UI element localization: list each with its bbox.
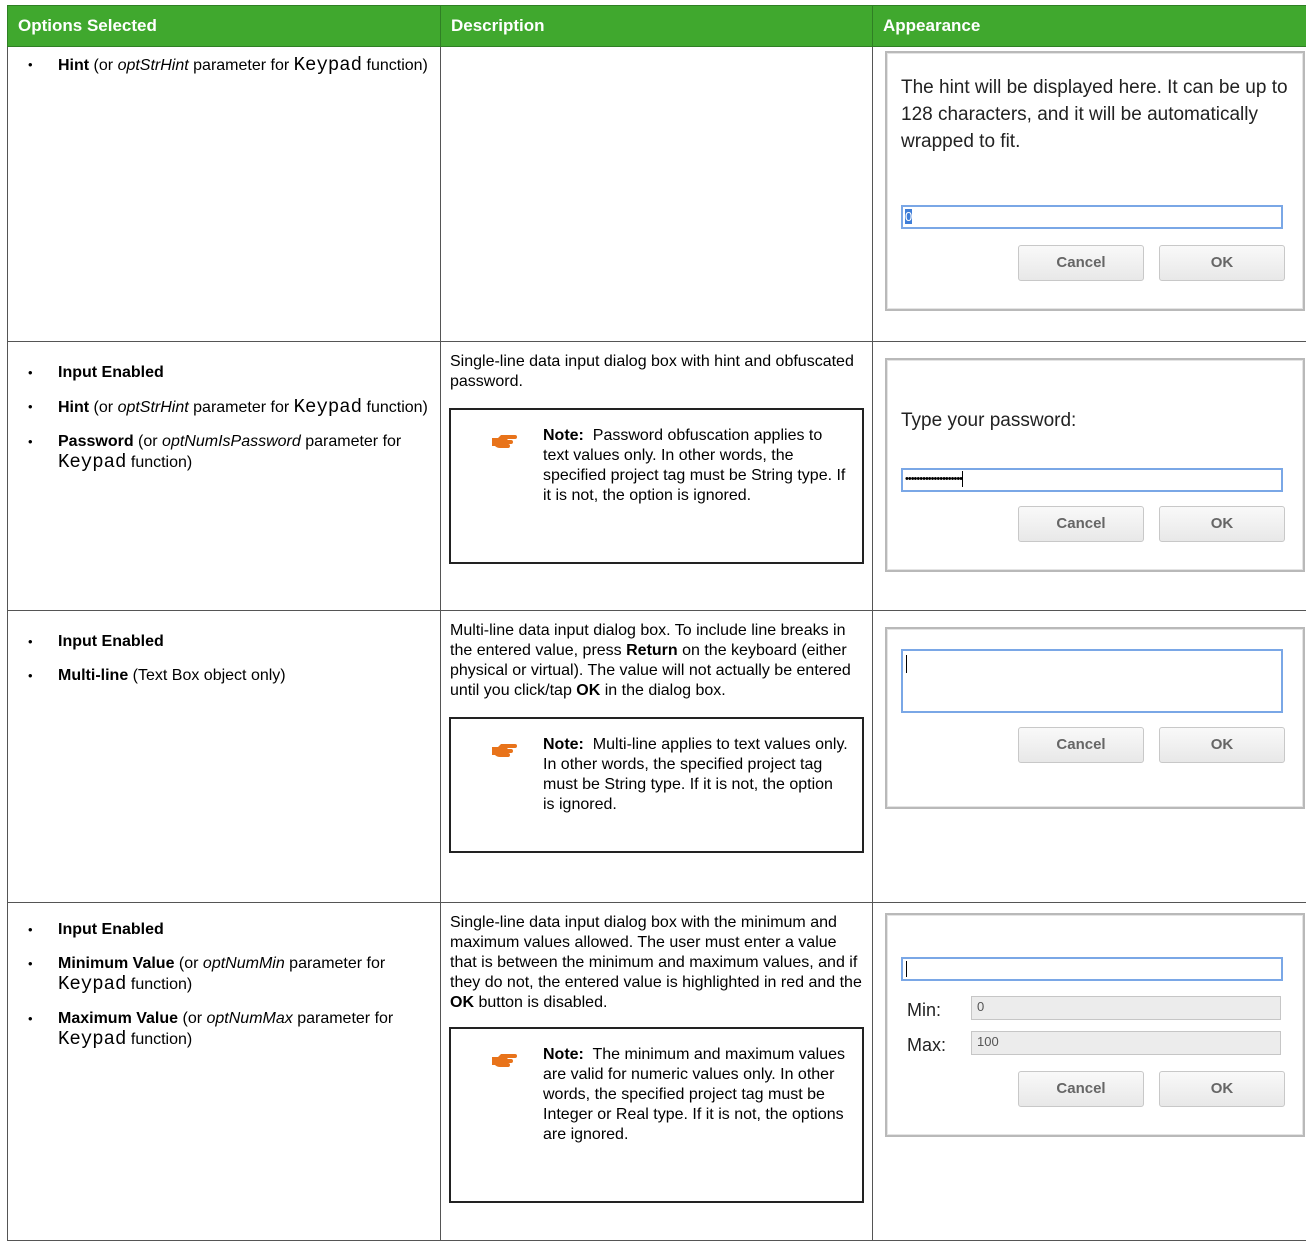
note-box: Note: Multi-line applies to text values … bbox=[449, 717, 864, 853]
dialog-input-field[interactable]: 0 bbox=[901, 205, 1283, 229]
dialog-hint-text: Type your password: bbox=[887, 360, 1303, 434]
option-item: Maximum Value (or optNumMax parameter fo… bbox=[8, 1009, 440, 1050]
pointing-hand-icon bbox=[491, 1051, 517, 1069]
header-options-selected: Options Selected bbox=[8, 6, 441, 47]
table-row: Input Enabled Multi-line (Text Box objec… bbox=[8, 611, 1306, 903]
note-text: The minimum and maximum values are valid… bbox=[543, 1046, 845, 1143]
description-text: Multi-line data input dialog box. To inc… bbox=[441, 621, 872, 701]
option-item: Multi-line (Text Box object only) bbox=[8, 666, 440, 686]
cancel-button[interactable]: Cancel bbox=[1018, 727, 1144, 763]
description-cell: Single-line data input dialog box with t… bbox=[441, 903, 873, 1241]
multiline-input-field[interactable] bbox=[901, 649, 1283, 713]
ok-button[interactable]: OK bbox=[1159, 727, 1285, 763]
min-label: Min: bbox=[907, 1000, 941, 1021]
description-cell bbox=[441, 47, 873, 342]
max-label: Max: bbox=[907, 1035, 946, 1056]
table-header-row: Options Selected Description Appearance bbox=[8, 6, 1306, 47]
header-appearance: Appearance bbox=[873, 6, 1306, 47]
description-text: Single-line data input dialog box with h… bbox=[441, 352, 872, 392]
appearance-cell: Cancel OK bbox=[873, 611, 1306, 903]
hint-dialog-preview: The hint will be displayed here. It can … bbox=[885, 51, 1305, 311]
note-text: Password obfuscation applies to text val… bbox=[543, 427, 845, 504]
pointing-hand-icon bbox=[491, 432, 517, 450]
description-cell: Multi-line data input dialog box. To inc… bbox=[441, 611, 873, 903]
table-row: Hint (or optStrHint parameter for Keypad… bbox=[8, 47, 1306, 342]
ok-button[interactable]: OK bbox=[1159, 245, 1285, 281]
description-text: Single-line data input dialog box with t… bbox=[441, 913, 872, 1013]
option-item: Hint (or optStrHint parameter for Keypad… bbox=[8, 55, 440, 76]
note-box: Note: The minimum and maximum values are… bbox=[449, 1027, 864, 1203]
description-cell: Single-line data input dialog box with h… bbox=[441, 342, 873, 611]
options-cell: Input Enabled Hint (or optStrHint parame… bbox=[8, 342, 441, 611]
options-table: Options Selected Description Appearance … bbox=[7, 5, 1306, 1241]
note-text: Multi-line applies to text values only. … bbox=[543, 736, 848, 813]
note-box: Note: Password obfuscation applies to te… bbox=[449, 408, 864, 564]
table-row: Input Enabled Hint (or optStrHint parame… bbox=[8, 342, 1306, 611]
header-description: Description bbox=[441, 6, 873, 47]
ok-button[interactable]: OK bbox=[1159, 1071, 1285, 1107]
appearance-cell: Min: 0 Max: 100 Cancel OK bbox=[873, 903, 1306, 1241]
password-input-field[interactable]: •••••••••••••••••••• bbox=[901, 468, 1283, 492]
option-item: Password (or optNumIsPassword parameter … bbox=[8, 432, 440, 473]
cancel-button[interactable]: Cancel bbox=[1018, 245, 1144, 281]
ok-button[interactable]: OK bbox=[1159, 506, 1285, 542]
appearance-cell: Type your password: ••••••••••••••••••••… bbox=[873, 342, 1306, 611]
minmax-dialog-preview: Min: 0 Max: 100 Cancel OK bbox=[885, 913, 1305, 1137]
max-value-field: 100 bbox=[971, 1031, 1281, 1055]
cancel-button[interactable]: Cancel bbox=[1018, 506, 1144, 542]
dialog-hint-text: The hint will be displayed here. It can … bbox=[887, 53, 1303, 155]
min-value-field: 0 bbox=[971, 996, 1281, 1020]
password-dialog-preview: Type your password: ••••••••••••••••••••… bbox=[885, 358, 1305, 572]
option-item: Input Enabled bbox=[8, 920, 440, 940]
pointing-hand-icon bbox=[491, 741, 517, 759]
cancel-button[interactable]: Cancel bbox=[1018, 1071, 1144, 1107]
options-cell: Input Enabled Minimum Value (or optNumMi… bbox=[8, 903, 441, 1241]
note-label: Note: bbox=[543, 1046, 584, 1063]
option-item: Input Enabled bbox=[8, 363, 440, 383]
note-label: Note: bbox=[543, 736, 584, 753]
note-label: Note: bbox=[543, 427, 584, 444]
appearance-cell: The hint will be displayed here. It can … bbox=[873, 47, 1306, 342]
multiline-dialog-preview: Cancel OK bbox=[885, 627, 1305, 809]
option-item: Input Enabled bbox=[8, 632, 440, 652]
table-row: Input Enabled Minimum Value (or optNumMi… bbox=[8, 903, 1306, 1241]
option-item: Minimum Value (or optNumMin parameter fo… bbox=[8, 954, 440, 995]
value-input-field[interactable] bbox=[901, 957, 1283, 981]
options-cell: Hint (or optStrHint parameter for Keypad… bbox=[8, 47, 441, 342]
options-cell: Input Enabled Multi-line (Text Box objec… bbox=[8, 611, 441, 903]
option-item: Hint (or optStrHint parameter for Keypad… bbox=[8, 397, 440, 418]
